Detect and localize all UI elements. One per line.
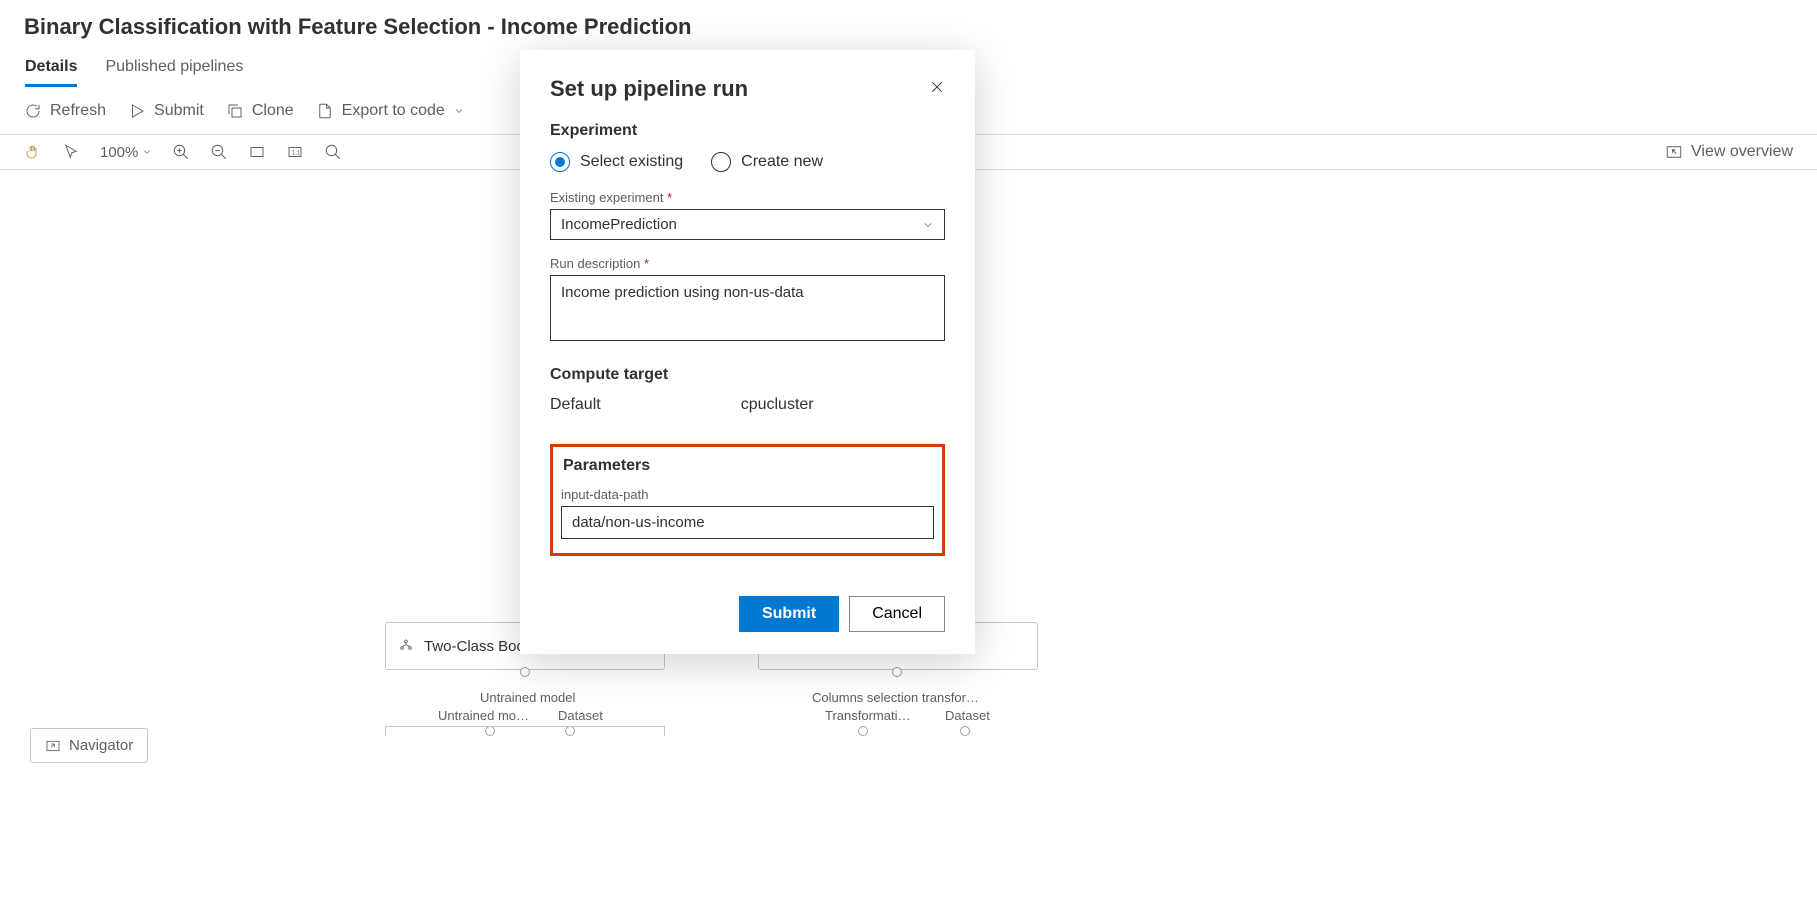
search-icon[interactable] <box>324 143 342 161</box>
compute-target-section-title: Compute target <box>550 366 945 384</box>
radio-select-existing[interactable]: Select existing <box>550 152 683 172</box>
zoom-out-icon[interactable] <box>210 143 228 161</box>
pipeline-node-partial <box>385 726 665 736</box>
zoom-level[interactable]: 100% <box>100 144 152 161</box>
parameters-section-highlight: Parameters input-data-path <box>550 444 945 556</box>
chevron-down-icon <box>142 147 152 157</box>
export-to-code-button[interactable]: Export to code <box>316 102 465 120</box>
svg-text:1:1: 1:1 <box>292 150 301 156</box>
dialog-cancel-button[interactable]: Cancel <box>849 596 945 632</box>
chevron-down-icon <box>453 105 465 117</box>
run-description-input[interactable] <box>550 275 945 341</box>
zoom-value: 100% <box>100 144 138 161</box>
radio-label: Create new <box>741 153 823 171</box>
experiment-section-title: Experiment <box>550 122 945 140</box>
navigator-icon <box>45 738 61 754</box>
node-port[interactable] <box>892 667 902 677</box>
export-label: Export to code <box>342 102 445 120</box>
node-port[interactable] <box>960 726 970 736</box>
refresh-label: Refresh <box>50 102 106 120</box>
pipeline-run-dialog: Set up pipeline run Experiment Select ex… <box>520 50 975 654</box>
clone-icon <box>226 102 244 120</box>
clone-label: Clone <box>252 102 294 120</box>
existing-experiment-label: Existing experiment * <box>550 190 945 205</box>
param-name-label: input-data-path <box>561 487 934 502</box>
port-label: Untrained mo… <box>438 708 529 723</box>
view-overview-label: View overview <box>1691 143 1793 161</box>
close-icon <box>929 79 945 95</box>
radio-icon <box>550 152 570 172</box>
radio-label: Select existing <box>580 153 683 171</box>
dialog-submit-button[interactable]: Submit <box>739 596 839 632</box>
port-label: Untrained model <box>480 690 575 705</box>
actual-size-icon[interactable]: 1:1 <box>286 143 304 161</box>
navigator-label: Navigator <box>69 737 133 754</box>
cursor-tool-icon[interactable] <box>62 143 80 161</box>
compute-target-value: cpucluster <box>741 396 814 414</box>
page-title: Binary Classification with Feature Selec… <box>0 0 1817 50</box>
dialog-title: Set up pipeline run <box>550 76 748 102</box>
submit-label: Submit <box>154 102 204 120</box>
play-icon <box>128 102 146 120</box>
port-label: Columns selection transfor… <box>812 690 979 705</box>
compute-default-label: Default <box>550 396 601 414</box>
view-overview-button[interactable]: View overview <box>1665 143 1793 161</box>
hand-tool-icon[interactable] <box>24 143 42 161</box>
existing-experiment-select[interactable]: IncomePrediction <box>550 209 945 240</box>
port-label: Dataset <box>558 708 603 723</box>
radio-icon <box>711 152 731 172</box>
tab-details[interactable]: Details <box>25 58 77 87</box>
run-description-label: Run description * <box>550 256 945 271</box>
submit-button[interactable]: Submit <box>128 102 204 120</box>
close-button[interactable] <box>929 79 945 100</box>
port-label: Transformati… <box>825 708 910 723</box>
node-port[interactable] <box>858 726 868 736</box>
code-file-icon <box>316 102 334 120</box>
param-value-input[interactable] <box>561 506 934 539</box>
node-port[interactable] <box>520 667 530 677</box>
parameters-section-title: Parameters <box>561 457 934 475</box>
refresh-button[interactable]: Refresh <box>24 102 106 120</box>
clone-button[interactable]: Clone <box>226 102 294 120</box>
tree-icon <box>398 638 414 654</box>
select-value: IncomePrediction <box>561 216 677 233</box>
overview-icon <box>1665 143 1683 161</box>
chevron-down-icon <box>922 219 934 231</box>
refresh-icon <box>24 102 42 120</box>
navigator-button[interactable]: Navigator <box>30 728 148 763</box>
tab-published-pipelines[interactable]: Published pipelines <box>105 58 243 87</box>
fit-screen-icon[interactable] <box>248 143 266 161</box>
zoom-in-icon[interactable] <box>172 143 190 161</box>
port-label: Dataset <box>945 708 990 723</box>
radio-create-new[interactable]: Create new <box>711 152 823 172</box>
